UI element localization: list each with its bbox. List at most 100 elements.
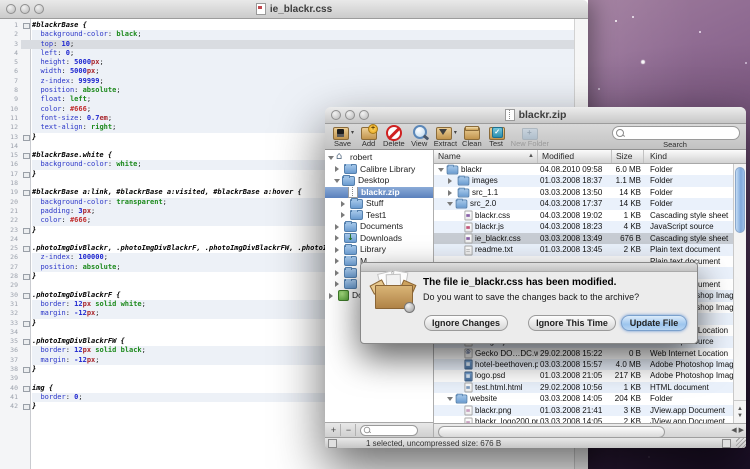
zoom-button[interactable] [34, 4, 44, 14]
fold-column [21, 179, 32, 188]
table-row-images[interactable]: images01.03.2008 18:371.1 MBFolder [434, 175, 734, 186]
scrollbar-thumb[interactable] [735, 167, 745, 233]
ignore-changes-button[interactable]: Ignore Changes [424, 315, 508, 331]
search-field[interactable] [612, 126, 740, 140]
toolbar-button-test[interactable]: Test [487, 125, 506, 149]
disclosure-closed-icon[interactable] [448, 190, 455, 196]
sidebar-item-downloads[interactable]: Downloads [325, 233, 433, 245]
scroll-up-arrow-icon[interactable]: ▲ [737, 406, 743, 412]
table-row-ie-blackr-css[interactable]: ie_blackr.css03.03.2008 13:49676 BCascad… [434, 233, 734, 244]
pane-toggle-icon[interactable] [328, 439, 337, 448]
disclosure-open-icon[interactable] [447, 397, 453, 404]
column-header-size[interactable]: Size [612, 150, 644, 163]
sidebar-item-stuff[interactable]: Stuff [325, 198, 433, 210]
sidebar-item-robert[interactable]: robert [325, 152, 433, 164]
sidebar-item-documents[interactable]: Documents [325, 221, 433, 233]
table-row-gecko-do-dc-webloc[interactable]: Gecko DO…DC.webloc29.02.2008 15:220 BWeb… [434, 348, 734, 359]
minimize-button[interactable] [345, 110, 355, 120]
toolbar-button-delete[interactable]: Delete [383, 125, 405, 149]
disclosure-open-icon[interactable] [447, 202, 453, 209]
sidebar-item-library[interactable]: Library [325, 244, 433, 256]
update-file-button[interactable]: Update File [621, 315, 687, 331]
disclosure-open-icon[interactable] [438, 168, 444, 175]
fold-marker-icon[interactable] [23, 135, 30, 141]
table-row-blackr-logo200-png[interactable]: blackr_logo200.png03.03.2008 14:052 KBJV… [434, 416, 734, 423]
dropdown-caret-icon[interactable]: ▾ [454, 130, 457, 136]
disclosure-closed-icon[interactable] [335, 258, 342, 264]
fold-marker-icon[interactable] [23, 386, 30, 392]
table-row-blackr-js[interactable]: blackr.js04.03.2008 18:234 KBJavaScript … [434, 221, 734, 232]
table-row-website[interactable]: website03.03.2008 14:05204 KBFolder [434, 393, 734, 404]
sidebar-item-calibre-library[interactable]: Calibre Library [325, 164, 433, 176]
pane-toggle-icon[interactable] [722, 439, 731, 448]
table-row-src-2-0[interactable]: src_2.004.03.2008 17:3714 KBFolder [434, 198, 734, 209]
table-row-blackr-png[interactable]: blackr.png01.03.2008 21:413 KBJView.app … [434, 405, 734, 416]
search-input[interactable] [624, 128, 738, 138]
file-name: ie_blackr.css [475, 233, 521, 244]
sidebar-item-test1[interactable]: Test1 [325, 210, 433, 222]
column-header-modified[interactable]: Modified [538, 150, 612, 163]
disclosure-closed-icon[interactable] [335, 224, 342, 230]
resize-grip[interactable] [736, 438, 746, 448]
disclosure-open-icon[interactable] [328, 156, 334, 163]
zoom-button[interactable] [359, 110, 369, 120]
toolbar-button-new-folder: New Folder [511, 125, 549, 149]
close-button[interactable] [331, 110, 341, 120]
scroll-right-arrow-icon[interactable]: ▶ [739, 425, 744, 437]
disclosure-closed-icon[interactable] [335, 166, 342, 172]
fold-marker-icon[interactable] [23, 339, 30, 345]
table-row-logo-psd[interactable]: logo.psd01.03.2008 21:05217 KBAdobe Phot… [434, 370, 734, 381]
column-header-kind[interactable]: Kind [644, 150, 746, 163]
disclosure-closed-icon[interactable] [341, 201, 348, 207]
disclosure-closed-icon[interactable] [335, 281, 342, 287]
fold-marker-icon[interactable] [23, 246, 30, 252]
table-row-test-html-html[interactable]: test.html.html29.02.2008 10:561 KBHTML d… [434, 382, 734, 393]
fold-marker-icon[interactable] [23, 367, 30, 373]
fold-marker-icon[interactable] [23, 404, 30, 410]
add-favorite-button[interactable]: + [327, 424, 341, 436]
fold-marker-icon[interactable] [23, 274, 30, 280]
scroll-left-arrow-icon[interactable]: ◀ [731, 425, 736, 437]
disclosure-open-icon[interactable] [334, 179, 340, 186]
table-row-blackr[interactable]: blackr04.08.2010 09:586.0 MBFolder [434, 164, 734, 175]
toolbar-button-save[interactable]: ▾Save [331, 125, 354, 149]
sidebar-filter-field[interactable] [360, 425, 418, 436]
fold-marker-icon[interactable] [23, 293, 30, 299]
disclosure-closed-icon[interactable] [329, 293, 336, 299]
horizontal-scrollbar[interactable]: ◀ ▶ [434, 423, 746, 437]
toolbar-button-view[interactable]: View [410, 125, 429, 149]
disclosure-closed-icon[interactable] [335, 235, 342, 241]
dropdown-caret-icon[interactable]: ▾ [351, 130, 354, 136]
toolbar-button-clean[interactable]: Clean [462, 125, 482, 149]
toolbar-button-label: View [411, 140, 427, 148]
fold-marker-icon[interactable] [23, 23, 30, 29]
toolbar-button-add[interactable]: Add [359, 125, 378, 149]
fold-marker-icon[interactable] [23, 153, 30, 159]
table-row-blackr-css[interactable]: blackr.css04.03.2008 19:021 KBCascading … [434, 210, 734, 221]
ignore-this-time-button[interactable]: Ignore This Time [528, 315, 616, 331]
sidebar-item-desktop[interactable]: Desktop [325, 175, 433, 187]
editor-titlebar[interactable]: ie_blackr.css [0, 0, 588, 19]
toolbar-button-extract[interactable]: ▾Extract [434, 125, 457, 149]
table-row-src-1-1[interactable]: src_1.103.03.2008 13:5014 KBFolder [434, 187, 734, 198]
fold-marker-icon[interactable] [23, 172, 30, 178]
disclosure-closed-icon[interactable] [335, 270, 342, 276]
column-header-name[interactable]: Name [434, 150, 538, 163]
fold-marker-icon[interactable] [23, 190, 30, 196]
fold-marker-icon[interactable] [23, 321, 30, 327]
fold-column [21, 21, 32, 30]
fold-marker-icon[interactable] [23, 228, 30, 234]
table-row-readme-txt[interactable]: readme.txt01.03.2008 13:452 KBPlain text… [434, 244, 734, 255]
table-row-hotel-beethoven-psd[interactable]: hotel-beethoven.psd03.03.2008 15:574.0 M… [434, 359, 734, 370]
remove-favorite-button[interactable]: − [342, 424, 356, 436]
vertical-scrollbar[interactable]: ▲ ▼ [733, 164, 746, 423]
disclosure-closed-icon[interactable] [341, 212, 348, 218]
sidebar-item-blackr-zip[interactable]: blackr.zip [325, 187, 433, 199]
scroll-down-arrow-icon[interactable]: ▼ [737, 413, 743, 419]
archive-titlebar[interactable]: blackr.zip [325, 107, 746, 124]
close-button[interactable] [6, 4, 16, 14]
scrollbar-thumb[interactable] [438, 426, 665, 438]
disclosure-closed-icon[interactable] [448, 178, 455, 184]
disclosure-closed-icon[interactable] [335, 247, 342, 253]
minimize-button[interactable] [20, 4, 30, 14]
